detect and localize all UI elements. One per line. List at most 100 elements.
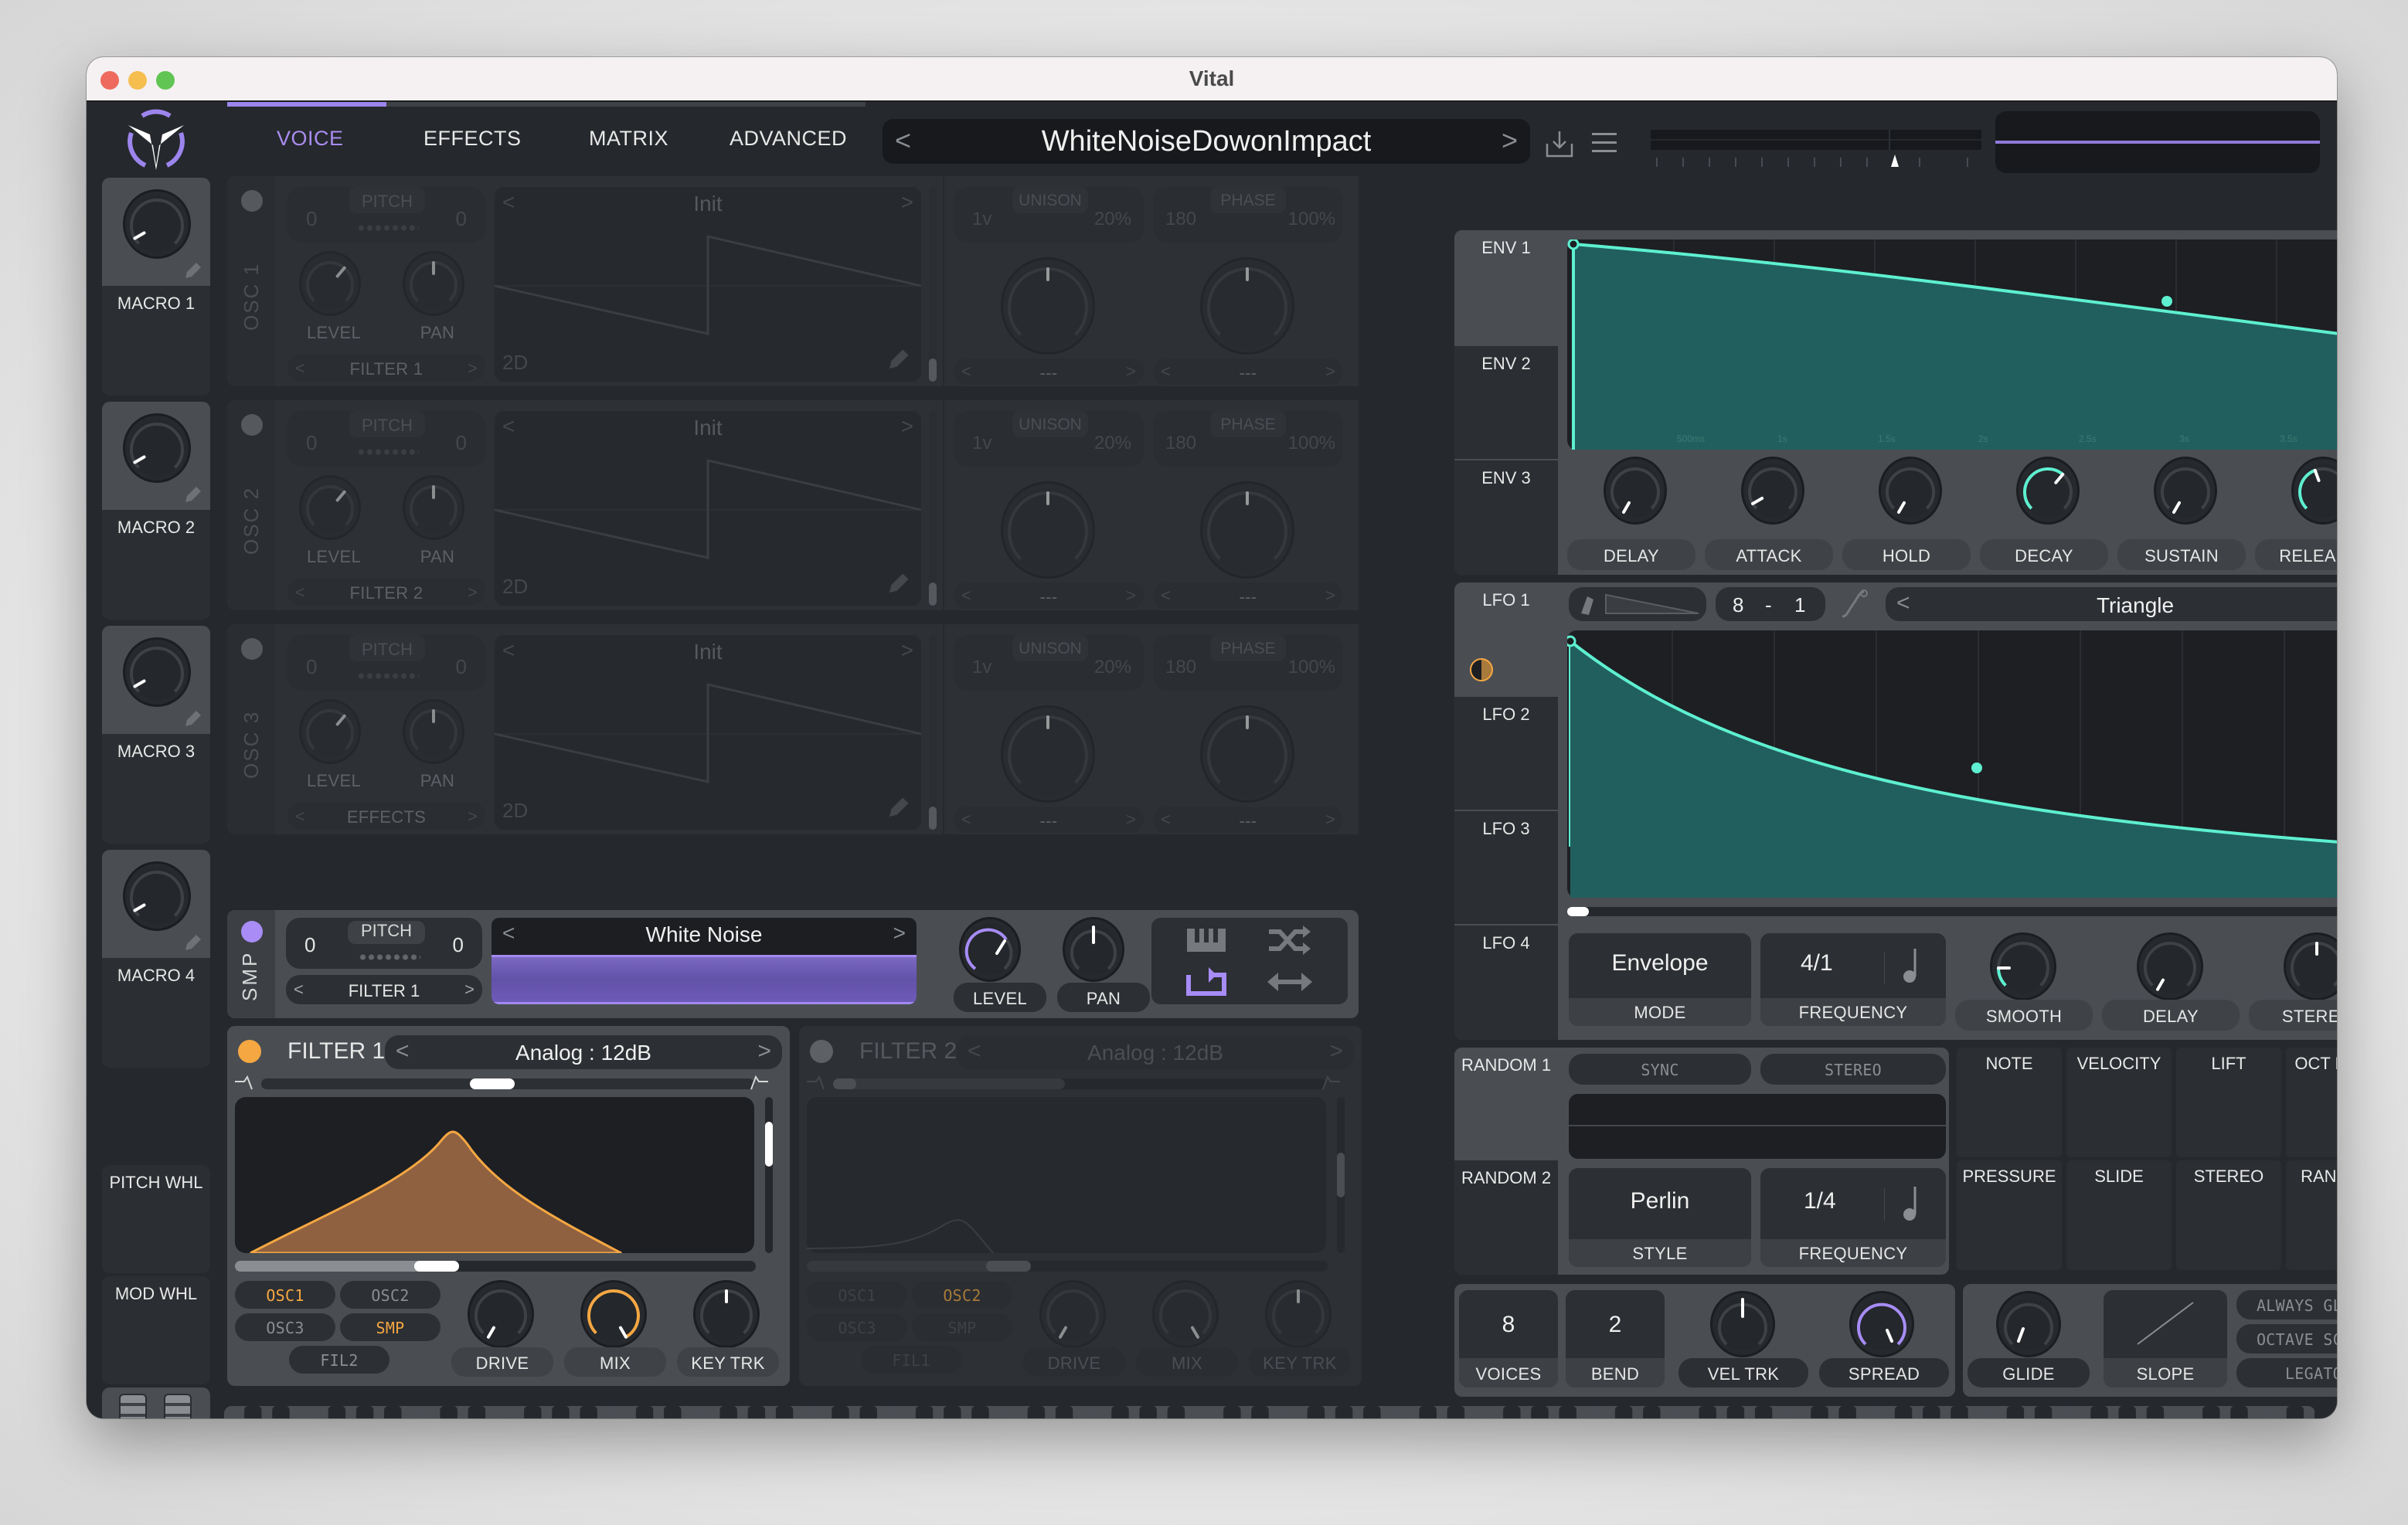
tab-matrix[interactable]: MATRIX [589,127,668,151]
lfo-delay-knob[interactable] [2139,935,2201,998]
tab-lfo-1[interactable]: LFO 1 [1454,582,1558,695]
filter-2-drive-knob[interactable] [1042,1282,1104,1346]
osc-1-phase-random[interactable]: 100% [1288,209,1335,230]
edit-pencil-icon[interactable] [886,348,910,372]
volume-slider[interactable] [1651,153,1985,172]
filter-1-cutoff-slider[interactable] [235,1261,756,1272]
velocity-tracking-knob[interactable] [1712,1293,1773,1355]
next-filter-type-button[interactable]: > [1329,1038,1343,1065]
filter-1-source-fil2[interactable]: FIL2 [289,1346,389,1374]
glide-knob[interactable] [1998,1293,2059,1355]
mod-source-stereo[interactable]: STEREO [2176,1160,2281,1270]
osc-3-unison[interactable]: 1v UNISON 20% [954,635,1144,691]
octave-scale-toggle[interactable]: OCTAVE SCALE [2236,1324,2337,1353]
filter-1-source-smp[interactable]: SMP [340,1313,440,1341]
voices-control[interactable]: 8 VOICES [1459,1290,1558,1387]
lfo-grid-x[interactable]: 8 [1733,593,1743,617]
tab-random-1[interactable]: RANDOM 1 [1454,1048,1558,1160]
next-preset-button[interactable]: > [1502,127,1518,155]
tab-voice[interactable]: VOICE [277,127,344,151]
filter-2-response-graph[interactable] [807,1097,1326,1253]
osc-2-phase-value[interactable]: 180 [1165,433,1196,454]
filter-2-cutoff-slider[interactable] [807,1261,1328,1272]
preset-selector[interactable]: < WhiteNoiseDowonImpact > [883,119,1530,164]
mod-source-note[interactable]: NOTE [1957,1048,2062,1157]
lfo-frequency[interactable]: 4/1 FREQUENCY [1760,933,1946,1026]
filter-2-type-selector[interactable]: < Analog : 12dB > [957,1035,1354,1069]
osc-2-distortion-knob[interactable] [1202,484,1292,576]
lfo-stereo-knob[interactable] [2286,935,2337,998]
filter-1-type-selector[interactable]: < Analog : 12dB > [385,1035,782,1069]
tab-env-3[interactable]: ENV 3 [1454,460,1558,575]
edit-pencil-icon[interactable] [886,572,910,596]
envelope-graph[interactable]: 500ms 1s 1.5s 2s 2.5s 3s 3.5s [1567,239,2337,450]
osc-1-distortion-knob[interactable] [1202,260,1292,352]
osc-2-view-mode[interactable]: 2D [502,575,528,599]
edit-pencil-icon[interactable] [182,933,202,953]
osc-2-unison-voices[interactable]: 1v [972,433,991,454]
macro-3-knob[interactable] [125,640,189,705]
osc-2-unison-mode[interactable]: < --- > [954,582,1144,609]
tab-lfo-3[interactable]: LFO 3 [1454,811,1558,924]
osc-1-tune[interactable]: 0 [456,207,467,231]
osc-3-pitch[interactable]: 0 PITCH 0 [287,635,485,691]
osc-1-transpose[interactable]: 0 [306,207,317,231]
lfo-paint-tool[interactable] [1569,587,1706,621]
edit-pencil-icon[interactable] [886,796,910,820]
env-delay-knob[interactable] [1606,459,1665,522]
env-release-knob[interactable] [2294,459,2337,522]
filter-1-source-osc3[interactable]: OSC3 [235,1313,335,1341]
mod-wheel[interactable] [164,1394,192,1418]
random-stereo-toggle[interactable]: STEREO [1760,1054,1946,1085]
osc-3-enable-toggle[interactable] [241,638,263,660]
osc-2-destination[interactable]: < FILTER 2 > [287,578,485,606]
osc-1-destination[interactable]: < FILTER 1 > [287,354,485,382]
macro-4-knob[interactable] [125,864,189,929]
sample-transpose[interactable]: 0 [304,933,315,957]
osc-1-unison[interactable]: 1v UNISON 20% [954,187,1144,243]
osc-3-transpose[interactable]: 0 [306,655,317,679]
osc-2-distortion-mode[interactable]: < --- > [1153,582,1343,609]
mod-source-oct-note[interactable]: OCT NOTE [2286,1048,2337,1157]
osc-1-enable-toggle[interactable] [241,190,263,212]
filter-2-blend-handle[interactable] [833,1078,856,1089]
osc-1-spectral-slider[interactable] [929,187,937,382]
loop-icon[interactable] [1185,966,1229,997]
osc-3-phase-value[interactable]: 180 [1165,657,1196,678]
sample-pan-knob[interactable] [1065,919,1122,980]
always-glide-toggle[interactable]: ALWAYS GLIDE [2236,1290,2337,1320]
osc-1-phase-value[interactable]: 180 [1165,209,1196,230]
stereo-spread-knob[interactable] [1852,1293,1912,1355]
env-sustain-knob[interactable] [2156,459,2215,522]
random-phase-icon[interactable] [1267,926,1311,955]
macro-1-knob[interactable] [125,192,189,256]
osc-2-wavetable[interactable]: < Init > 2D [495,411,921,606]
filter-1-response-graph[interactable] [235,1097,754,1253]
osc-1-level-knob[interactable] [301,253,359,314]
tempo-sync-note-icon[interactable] [1900,947,1921,984]
tab-lfo-2[interactable]: LFO 2 [1454,697,1558,810]
filter-1-cutoff-handle[interactable] [414,1261,459,1272]
random-sync-toggle[interactable]: SYNC [1569,1054,1751,1085]
tab-effects[interactable]: EFFECTS [423,127,522,151]
keytrack-icon[interactable] [1185,927,1227,953]
lfo-grid-y[interactable]: 1 [1794,593,1805,617]
filter-1-source-osc1[interactable]: OSC1 [235,1281,335,1309]
sample-destination[interactable]: < FILTER 1 > [286,975,482,1004]
osc-2-level-knob[interactable] [301,477,359,538]
mod-source-random[interactable]: RANDOM [2286,1160,2337,1270]
bounce-icon[interactable] [1267,970,1312,993]
next-filter-type-button[interactable]: > [757,1038,771,1065]
mod-source-slide[interactable]: SLIDE [2066,1160,2172,1270]
bend-control[interactable]: 2 BEND [1566,1290,1665,1387]
osc-3-destination[interactable]: < EFFECTS > [287,802,485,830]
osc-2-detune-knob[interactable] [1003,484,1093,576]
tab-advanced[interactable]: ADVANCED [730,127,847,151]
sample-level-knob[interactable] [961,919,1019,980]
osc-2-transpose[interactable]: 0 [306,431,317,455]
filter-1-source-osc2[interactable]: OSC2 [340,1281,440,1309]
menu-icon[interactable] [1590,130,1618,156]
filter-1-resonance-slider[interactable] [765,1097,773,1253]
osc-2-spectral-slider[interactable] [929,411,937,606]
filter-2-source-osc2[interactable]: OSC2 [912,1281,1012,1309]
